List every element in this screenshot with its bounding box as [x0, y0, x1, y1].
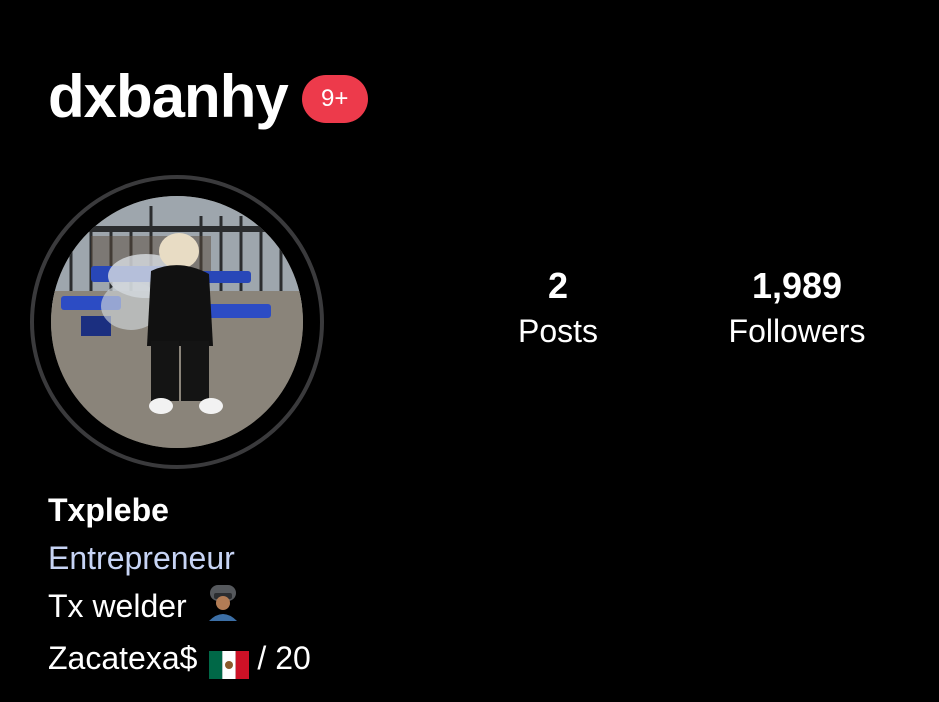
- profile-bio: Txplebe Entrepreneur Tx welder Zacatexa$…: [48, 486, 311, 682]
- followers-label: Followers: [728, 313, 866, 349]
- bio-line-location-suffix: / 20: [257, 640, 311, 677]
- profile-username[interactable]: dxbanhy: [48, 62, 289, 132]
- followers-count: 1,989: [751, 265, 843, 306]
- posts-label: Posts: [517, 313, 599, 349]
- bio-line-location-text: Zacatexa$: [48, 640, 198, 677]
- profile-header: dxbanhy 9+: [48, 62, 368, 132]
- bio-line-welder: Tx welder: [48, 582, 311, 634]
- posts-stat[interactable]: 2 Posts: [498, 264, 618, 352]
- avatar[interactable]: [51, 196, 303, 448]
- notification-badge[interactable]: 9+: [301, 75, 368, 123]
- avatar-story-ring[interactable]: [30, 175, 324, 469]
- bio-name: Txplebe: [48, 492, 169, 528]
- bio-line-welder-text: Tx welder: [48, 588, 187, 624]
- avatar-photo: [51, 196, 303, 448]
- bio-category: Entrepreneur: [48, 540, 235, 576]
- posts-count: 2: [547, 265, 569, 306]
- welder-emoji-icon: [206, 583, 240, 634]
- bio-line-location: Zacatexa$ / 20: [48, 634, 311, 682]
- followers-stat[interactable]: 1,989 Followers: [702, 264, 892, 352]
- mexico-flag-icon: [209, 644, 250, 679]
